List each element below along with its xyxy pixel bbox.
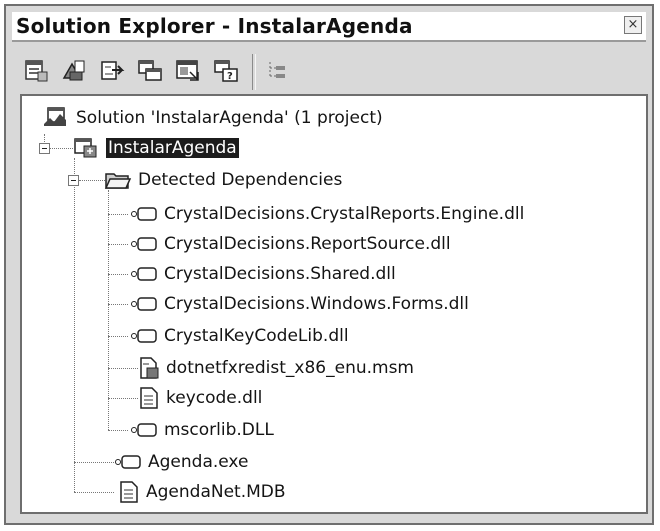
tree-line xyxy=(108,244,128,245)
show-all-files-icon xyxy=(62,60,85,81)
assembly-icon xyxy=(131,237,157,251)
refresh-button[interactable] xyxy=(98,58,128,86)
dependency-label: keycode.dll xyxy=(166,388,263,408)
dependency-item[interactable]: CrystalDecisions.Shared.dll xyxy=(130,260,396,288)
tree-line xyxy=(74,158,75,492)
dependency-item[interactable]: CrystalDecisions.ReportSource.dll xyxy=(130,230,451,258)
dependency-item[interactable]: dotnetfxredist_x86_enu.msm xyxy=(138,354,414,382)
dependency-label: mscorlib.DLL xyxy=(164,420,274,440)
project-label: InstalarAgenda xyxy=(106,138,239,158)
solution-icon xyxy=(44,107,66,126)
view-code-button[interactable] xyxy=(174,58,204,86)
solution-node[interactable]: Solution 'InstalarAgenda' (1 project) xyxy=(42,104,383,132)
dependency-item[interactable]: keycode.dll xyxy=(138,384,262,412)
tree-line xyxy=(108,190,109,430)
tree-line xyxy=(108,336,128,337)
copy-project-button[interactable] xyxy=(136,58,166,86)
dependency-item[interactable]: mscorlib.DLL xyxy=(130,416,274,444)
detected-dependencies-node[interactable]: Detected Dependencies xyxy=(104,166,342,194)
show-all-files-button[interactable] xyxy=(60,58,90,86)
dependency-label: dotnetfxredist_x86_enu.msm xyxy=(166,358,414,378)
toolbar: ? xyxy=(12,46,646,96)
dependency-label: CrystalDecisions.Windows.Forms.dll xyxy=(164,294,469,314)
output-item[interactable]: Agenda.exe xyxy=(114,448,248,476)
assembly-icon xyxy=(131,423,157,437)
merge-module-icon xyxy=(140,357,159,379)
collapse-project-toggle[interactable] xyxy=(39,143,50,154)
output-label: Agenda.exe xyxy=(148,452,249,472)
close-button[interactable]: × xyxy=(624,16,642,34)
tree-line xyxy=(74,462,114,463)
custom-actions-editor-icon xyxy=(269,62,285,78)
file-icon xyxy=(140,387,158,409)
assembly-icon xyxy=(131,297,157,311)
assembly-icon xyxy=(115,455,141,469)
view-code-icon xyxy=(176,60,199,81)
assembly-icon xyxy=(131,329,157,343)
collapse-dependencies-toggle[interactable] xyxy=(68,175,79,186)
solution-label: Solution 'InstalarAgenda' (1 project) xyxy=(76,108,383,128)
tree-line xyxy=(74,492,114,493)
window-title: Solution Explorer - InstalarAgenda xyxy=(16,14,413,38)
dependency-label: CrystalDecisions.ReportSource.dll xyxy=(164,234,451,254)
tree-line xyxy=(108,430,128,431)
tree-line xyxy=(108,398,138,399)
tree-line xyxy=(108,304,128,305)
project-node[interactable]: InstalarAgenda xyxy=(72,134,239,162)
dependency-label: CrystalDecisions.Shared.dll xyxy=(164,264,396,284)
assembly-icon xyxy=(131,207,157,221)
file-icon xyxy=(120,481,138,503)
refresh-icon xyxy=(101,61,125,80)
dependency-label: CrystalDecisions.CrystalReports.Engine.d… xyxy=(164,204,525,224)
dependency-item[interactable]: CrystalKeyCodeLib.dll xyxy=(130,322,349,350)
tree-line xyxy=(49,148,73,149)
assembly-icon xyxy=(131,267,157,281)
svg-text:?: ? xyxy=(227,71,233,82)
solution-tree[interactable]: Solution 'InstalarAgenda' (1 project) In… xyxy=(20,94,648,514)
tree-line xyxy=(108,274,128,275)
properties-button[interactable] xyxy=(22,58,52,86)
solution-explorer-window: Solution Explorer - InstalarAgenda × ? S… xyxy=(4,4,654,525)
dependency-label: CrystalKeyCodeLib.dll xyxy=(164,326,349,346)
dependency-item[interactable]: CrystalDecisions.Windows.Forms.dll xyxy=(130,290,469,318)
output-label: AgendaNet.MDB xyxy=(146,482,286,502)
title-bar[interactable]: Solution Explorer - InstalarAgenda × xyxy=(12,12,646,42)
close-icon: × xyxy=(627,17,639,32)
custom-actions-editor-button[interactable] xyxy=(264,58,294,86)
view-designer-button[interactable]: ? xyxy=(212,58,242,86)
tree-line xyxy=(108,368,138,369)
toolbar-separator xyxy=(252,54,256,90)
view-designer-icon: ? xyxy=(214,60,238,82)
folder-open-icon xyxy=(104,173,132,189)
tree-line xyxy=(79,180,107,181)
setup-project-icon xyxy=(74,138,97,158)
tree-line xyxy=(108,214,128,215)
output-item[interactable]: AgendaNet.MDB xyxy=(118,478,286,506)
dependency-item[interactable]: CrystalDecisions.CrystalReports.Engine.d… xyxy=(130,200,524,228)
properties-icon xyxy=(25,60,48,82)
detected-dependencies-label: Detected Dependencies xyxy=(138,170,343,190)
copy-project-icon xyxy=(138,60,162,81)
